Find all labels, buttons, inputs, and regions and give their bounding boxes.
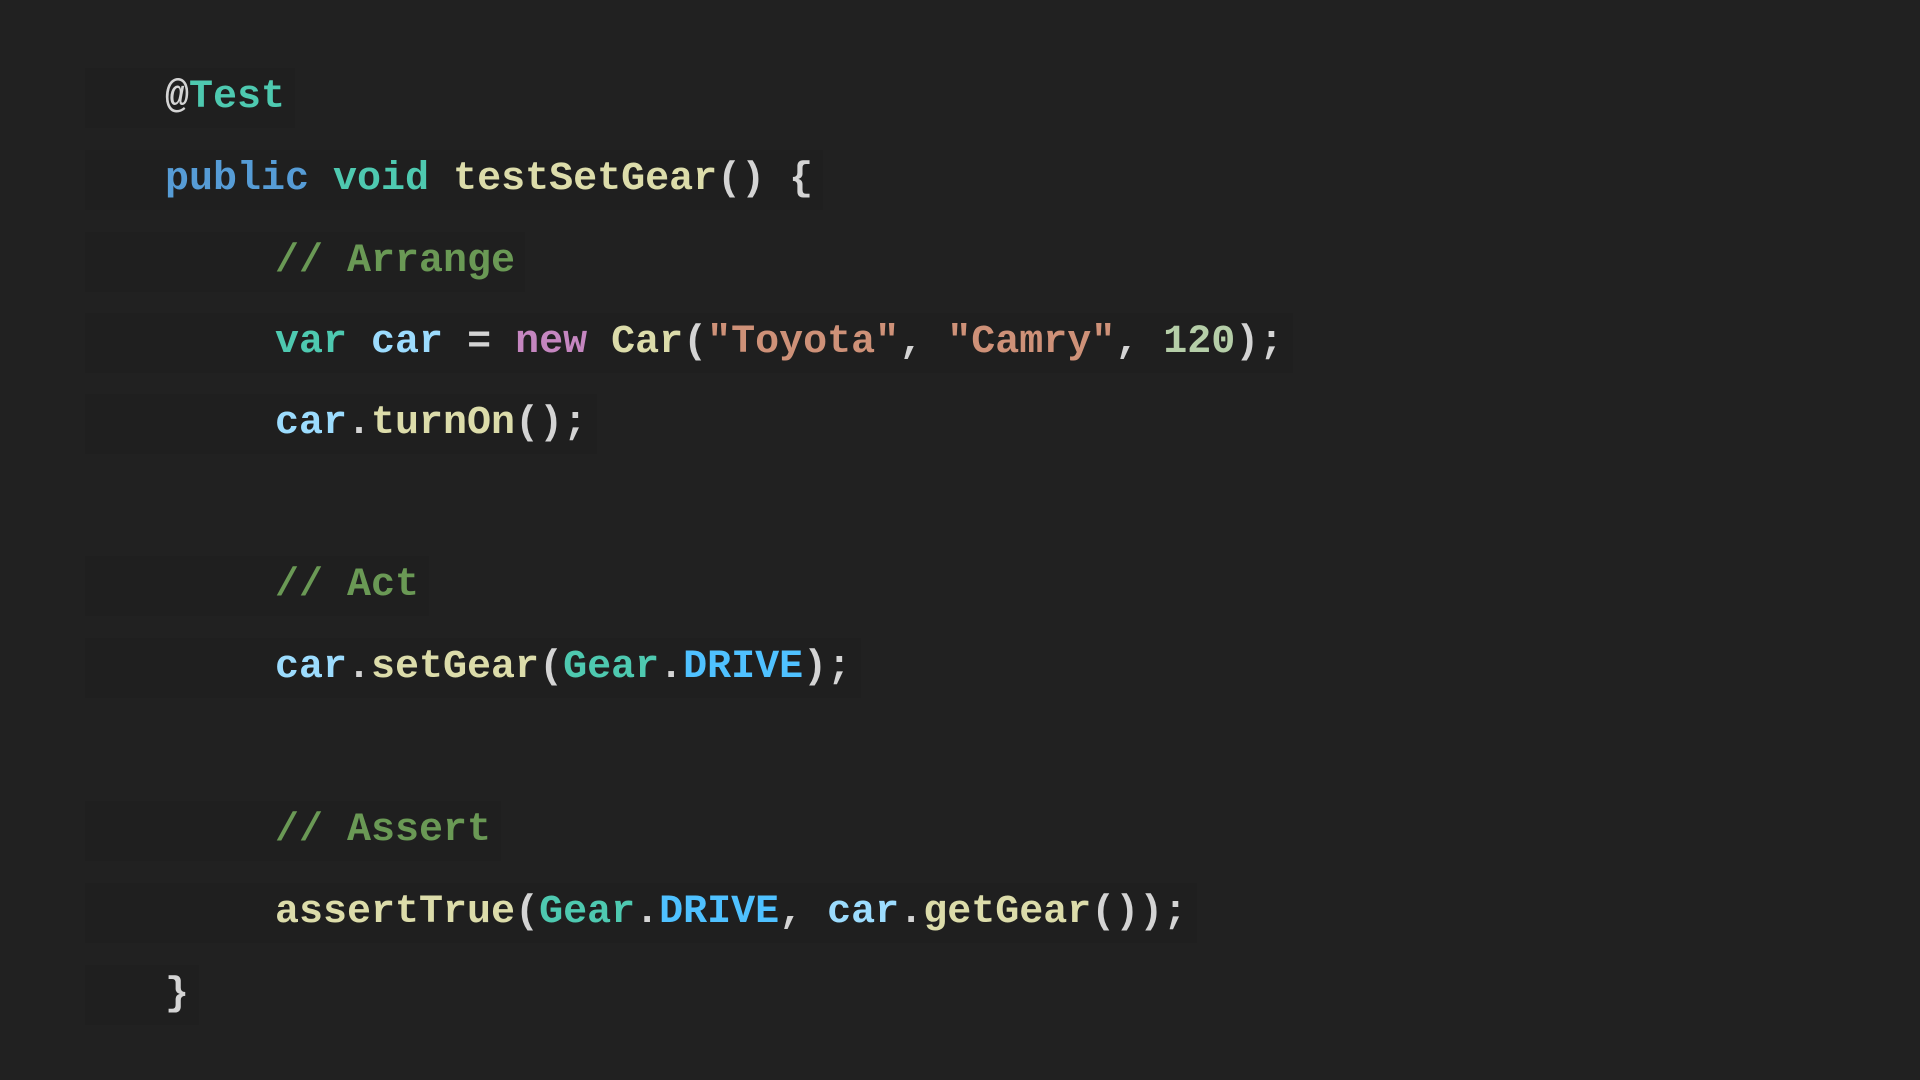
code-editor: @Test public void testSetGear() { // Arr… [0, 0, 1920, 1080]
annotation-at: @ [165, 75, 190, 120]
class-car: Car [611, 320, 684, 365]
open-paren: ( [539, 645, 564, 690]
close-paren-semicolon: ); [803, 645, 852, 690]
string-toyota: "Toyota" [707, 320, 900, 365]
number-120: 120 [1163, 320, 1236, 365]
method-name: testSetGear [453, 157, 718, 202]
keyword-public: public [165, 157, 310, 202]
dot: . [347, 645, 372, 690]
double-close-paren-semicolon: ()); [1091, 890, 1188, 935]
constant-drive: DRIVE [659, 890, 780, 935]
dot: . [659, 645, 684, 690]
parens-semicolon: (); [515, 401, 588, 446]
keyword-void: void [333, 157, 430, 202]
comma: , [899, 320, 924, 365]
keyword-new: new [515, 320, 588, 365]
open-brace: { [789, 157, 814, 202]
comment-assert: // Assert [275, 808, 492, 853]
dot: . [635, 890, 660, 935]
class-gear: Gear [563, 645, 660, 690]
open-paren: ( [515, 890, 540, 935]
equals-sign: = [467, 320, 492, 365]
code-line-close-brace: } [85, 965, 200, 1025]
method-assert-true: assertTrue [275, 890, 516, 935]
method-turn-on: turnOn [371, 401, 516, 446]
method-get-gear: getGear [923, 890, 1092, 935]
keyword-var: var [275, 320, 348, 365]
variable-car: car [275, 401, 348, 446]
code-line-comment-arrange: // Arrange [85, 232, 526, 292]
code-block: @Test public void testSetGear() { // Arr… [0, 0, 1920, 1080]
code-line-var-car: var car = new Car("Toyota", "Camry", 120… [85, 313, 1294, 373]
method-set-gear: setGear [371, 645, 540, 690]
code-line-turn-on: car.turnOn(); [85, 394, 598, 454]
comment-arrange: // Arrange [275, 239, 516, 284]
constant-drive: DRIVE [683, 645, 804, 690]
variable-car: car [275, 645, 348, 690]
code-line-assert-true: assertTrue(Gear.DRIVE, car.getGear()); [85, 883, 1198, 943]
string-camry: "Camry" [947, 320, 1116, 365]
close-brace: } [165, 972, 190, 1017]
comment-act: // Act [275, 563, 420, 608]
variable-car: car [827, 890, 900, 935]
variable-car: car [371, 320, 444, 365]
comma: , [1115, 320, 1140, 365]
code-line-method-signature: public void testSetGear() { [85, 150, 824, 210]
close-paren-semicolon: ); [1235, 320, 1284, 365]
dot: . [899, 890, 924, 935]
code-line-annotation: @Test [85, 68, 296, 128]
dot: . [347, 401, 372, 446]
code-line-set-gear: car.setGear(Gear.DRIVE); [85, 638, 862, 698]
open-paren: ( [683, 320, 708, 365]
code-line-comment-act: // Act [85, 556, 430, 616]
method-parens: () [717, 157, 766, 202]
annotation-test: Test [189, 75, 286, 120]
code-line-comment-assert: // Assert [85, 801, 502, 861]
comma: , [779, 890, 804, 935]
class-gear: Gear [539, 890, 636, 935]
